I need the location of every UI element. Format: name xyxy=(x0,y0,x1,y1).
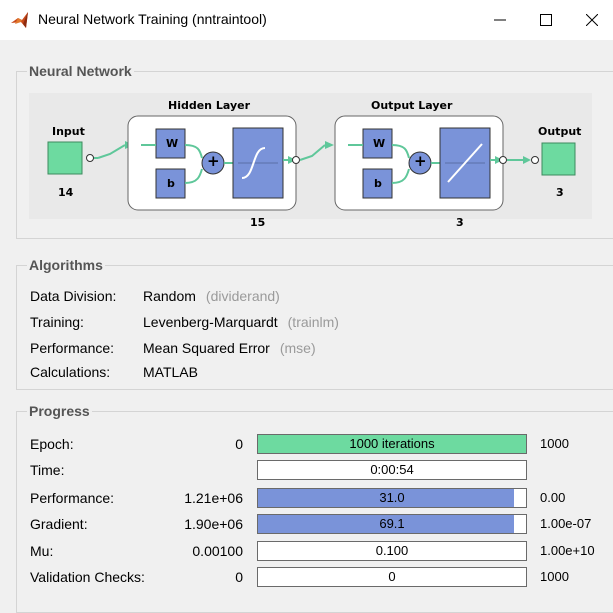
output-node xyxy=(541,142,576,176)
progress-start-value: 0 xyxy=(235,436,243,452)
progress-end-value: 1.00e+10 xyxy=(540,543,595,558)
output-size: 3 xyxy=(556,186,564,199)
progress-bar: 69.1 xyxy=(257,514,527,534)
output-weight-label: W xyxy=(373,137,386,150)
progress-current-value: 1000 iterations xyxy=(349,436,435,451)
progress-bar: 1000 iterations xyxy=(257,434,527,454)
output-layer-label: Output Layer xyxy=(371,99,453,112)
hidden-sum-label: + xyxy=(207,152,220,170)
progress-end-value: 1000 xyxy=(540,436,569,451)
progress-label: Gradient: xyxy=(30,516,88,532)
algorithm-function: (dividerand) xyxy=(205,288,280,304)
output-port xyxy=(531,156,539,164)
progress-label: Validation Checks: xyxy=(30,569,145,585)
progress-label: Time: xyxy=(30,462,65,478)
output-layer-port xyxy=(499,156,507,164)
progress-row-epoch: Epoch: 0 1000 iterations 1000 xyxy=(0,434,613,456)
progress-label: Epoch: xyxy=(30,436,74,452)
progress-row-gradient: Gradient: 1.90e+06 69.1 1.00e-07 xyxy=(0,514,613,536)
progress-start-value: 1.90e+06 xyxy=(184,516,243,532)
algorithm-value: Mean Squared Error (mse) xyxy=(143,340,316,356)
output-layer-size: 3 xyxy=(456,216,464,229)
progress-bar: 0.100 xyxy=(257,541,527,561)
progress-bar: 31.0 xyxy=(257,488,527,508)
progress-row-performance: Performance: 1.21e+06 31.0 0.00 xyxy=(0,488,613,510)
algorithm-function: (mse) xyxy=(279,340,316,356)
algorithm-function: (trainlm) xyxy=(287,314,339,330)
progress-current-value: 0 xyxy=(388,569,396,584)
progress-bar: 0:00:54 xyxy=(257,460,527,480)
progress-current-value: 0:00:54 xyxy=(370,462,414,477)
progress-start-value: 0 xyxy=(235,569,243,585)
input-node xyxy=(47,141,83,175)
algorithm-label: Data Division: xyxy=(30,288,117,304)
progress-end-value: 1000 xyxy=(540,569,569,584)
algorithm-value: MATLAB xyxy=(143,364,198,380)
progress-row-time: Time: 0:00:54 xyxy=(0,460,613,482)
output-bias-label: b xyxy=(374,177,382,190)
progress-bar: 0 xyxy=(257,567,527,587)
progress-start-value: 1.21e+06 xyxy=(184,490,243,506)
output-label: Output xyxy=(538,125,582,138)
hidden-layer-label: Hidden Layer xyxy=(168,99,250,112)
hidden-weight-label: W xyxy=(166,137,179,150)
progress-current-value: 0.100 xyxy=(375,543,409,558)
progress-current-value: 69.1 xyxy=(379,516,405,531)
progress-row-validation-checks: Validation Checks: 0 0 1000 xyxy=(0,567,613,589)
algorithm-value: Levenberg-Marquardt (trainlm) xyxy=(143,314,339,330)
algorithms-title: Algorithms xyxy=(27,256,105,274)
algorithm-label: Training: xyxy=(30,314,84,330)
algorithm-value: Random (dividerand) xyxy=(143,288,280,304)
input-size: 14 xyxy=(58,186,74,199)
hidden-bias-label: b xyxy=(167,177,175,190)
algorithm-label: Performance: xyxy=(30,340,115,356)
progress-start-value: 0.00100 xyxy=(192,543,243,559)
progress-label: Mu: xyxy=(30,543,54,559)
output-sum-label: + xyxy=(414,152,427,170)
input-label: Input xyxy=(52,125,85,138)
input-port xyxy=(86,154,94,162)
progress-current-value: 31.0 xyxy=(379,490,405,505)
progress-end-value: 0.00 xyxy=(540,490,566,505)
hidden-layer-size: 15 xyxy=(250,216,266,229)
progress-label: Performance: xyxy=(30,490,115,506)
algorithm-label: Calculations: xyxy=(30,364,111,380)
progress-title: Progress xyxy=(27,402,92,420)
hidden-output-port xyxy=(292,156,300,164)
progress-row-mu: Mu: 0.00100 0.100 1.00e+10 xyxy=(0,541,613,563)
progress-end-value: 1.00e-07 xyxy=(540,516,592,531)
